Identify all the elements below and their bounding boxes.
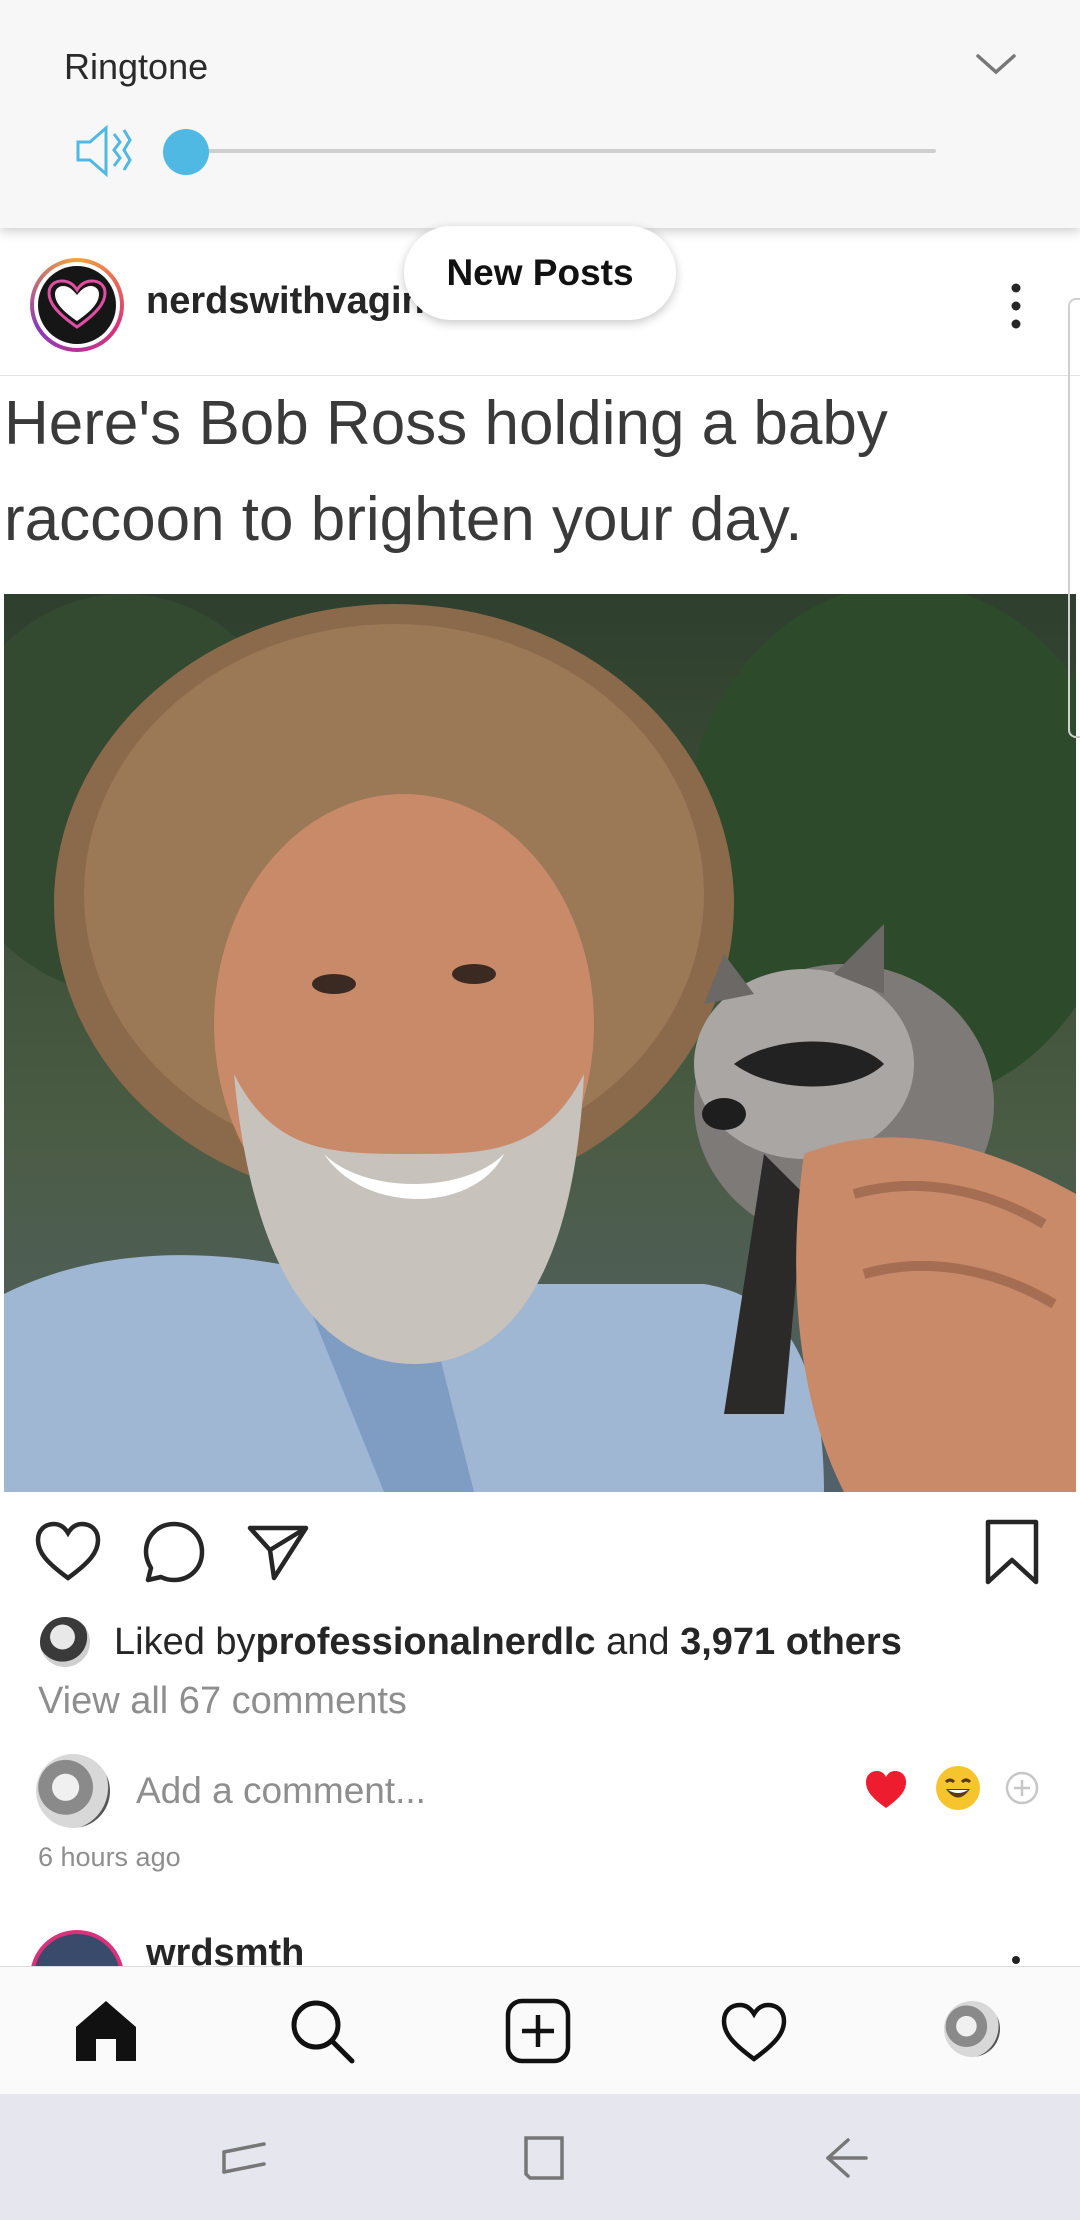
heart-logo-icon [47,279,107,329]
post-image[interactable]: Here's Bob Ross holding a baby raccoon t… [0,376,1080,1492]
add-comment-input[interactable]: Add a comment... [136,1770,426,1812]
home-icon[interactable] [70,1995,142,2067]
volume-slider-track[interactable] [186,149,936,153]
volume-label: Ringtone [64,46,209,87]
post-timestamp: 6 hours ago [38,1842,181,1872]
liked-by-prefix: Liked by [114,1620,256,1663]
current-user-avatar [36,1754,110,1828]
back-icon[interactable] [818,2130,874,2186]
liked-by-avatar [40,1617,90,1667]
next-post-header: wrdsmth [0,1920,1080,1966]
meme-caption: Here's Bob Ross holding a baby raccoon t… [4,376,1064,568]
next-post-avatar[interactable] [30,1930,124,1966]
activity-icon[interactable] [718,1995,790,2067]
comment-icon[interactable] [140,1518,208,1586]
meme-caption-line1: Here's Bob Ross holding a baby [4,389,888,458]
system-nav-bar [0,2094,1080,2220]
meme-caption-line2: raccoon to brighten your day. [4,485,803,554]
post-avatar[interactable] [30,258,124,352]
new-posts-button[interactable]: New Posts [404,226,676,320]
scroll-indicator [1068,298,1080,738]
volume-panel: Ringtone [0,0,1080,228]
view-comments-link[interactable]: View all 67 comments [38,1680,407,1723]
post-username[interactable]: nerdswithvagina [146,280,446,323]
post-action-bar [0,1492,1080,1612]
profile-avatar[interactable] [944,2001,1000,2057]
laughing-emoji-icon[interactable] [936,1766,980,1810]
home-button-icon[interactable] [516,2130,572,2186]
photo [4,594,1076,1492]
chevron-down-icon[interactable] [972,50,1020,80]
volume-slider-thumb[interactable] [163,129,209,175]
add-post-icon[interactable] [502,1995,574,2067]
save-bookmark-icon[interactable] [978,1518,1046,1586]
liked-by-user[interactable]: professionalnerdlc [256,1621,596,1664]
bottom-nav [0,1966,1080,2094]
liked-by-row[interactable]: Liked by professionalnerdlc and 3,971 ot… [40,1616,902,1668]
add-emoji-icon[interactable] [1004,1770,1040,1806]
bob-ross-raccoon-photo [4,594,1076,1492]
share-icon[interactable] [244,1518,312,1586]
add-comment-row: Add a comment... [36,1752,1046,1828]
liked-by-mid: and [595,1620,681,1663]
like-heart-icon[interactable] [34,1518,102,1586]
more-options-icon[interactable] [998,278,1034,334]
liked-by-others[interactable]: 3,971 others [680,1621,902,1664]
heart-emoji-icon[interactable] [864,1768,908,1812]
next-post-username[interactable]: wrdsmth [146,1932,304,1966]
recent-apps-icon[interactable] [216,2130,272,2186]
more-options-icon[interactable] [1012,1956,1020,1964]
mute-icon[interactable] [72,120,134,182]
search-icon[interactable] [286,1995,358,2067]
